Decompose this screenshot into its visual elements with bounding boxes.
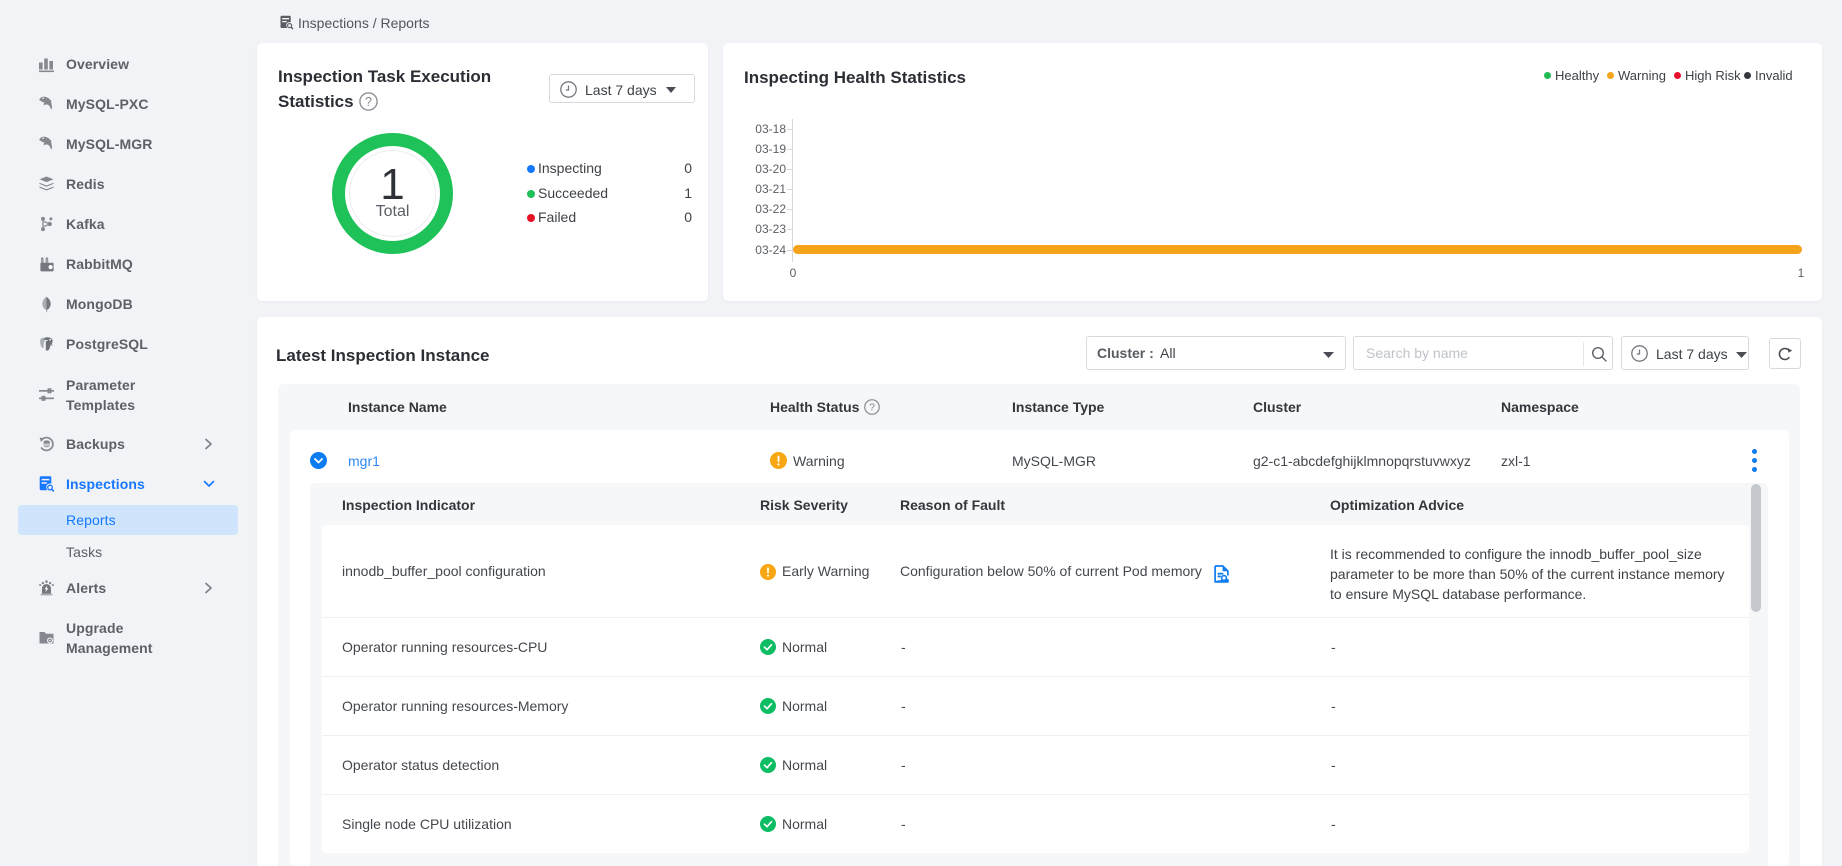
svg-text:?: ?: [869, 402, 875, 414]
svg-text:?: ?: [365, 95, 372, 109]
